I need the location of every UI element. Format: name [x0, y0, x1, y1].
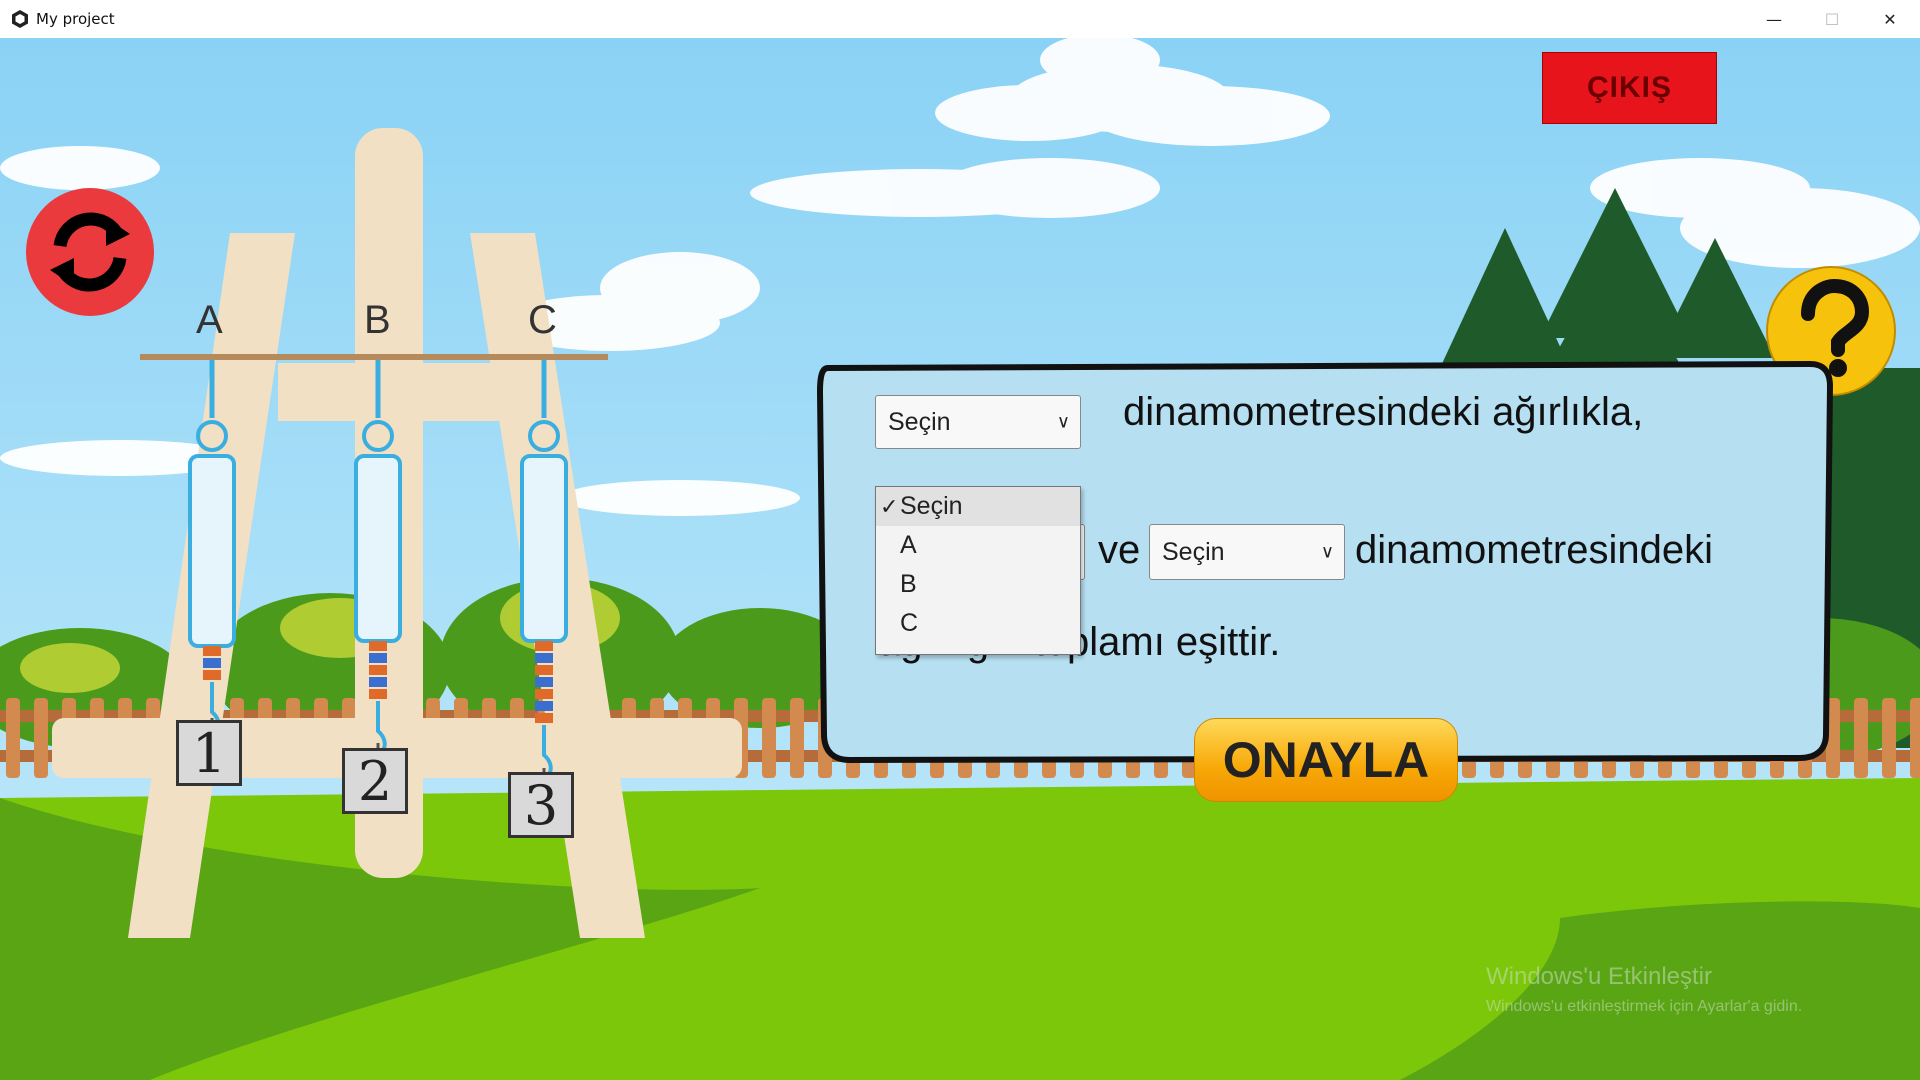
activation-watermark-subtitle: Windows'u etkinleştirmek için Ayarlar'a … [1486, 998, 1803, 1015]
third-dynamometer-select[interactable]: Seçin ∨ [1149, 524, 1345, 580]
chevron-down-icon: ∨ [1320, 541, 1334, 562]
exit-button[interactable]: ÇIKIŞ [1542, 52, 1717, 124]
weight-2: 2 [342, 748, 408, 814]
option-label: A [900, 531, 917, 559]
option-a[interactable]: A [876, 526, 1080, 565]
refresh-button[interactable] [26, 188, 154, 316]
confirm-button[interactable]: ONAYLA [1194, 718, 1458, 802]
unity-app-icon [12, 10, 28, 28]
question-line-2: dinamometresindeki [1355, 528, 1713, 572]
third-select-value: Seçin [1162, 537, 1225, 566]
close-icon: ✕ [1883, 9, 1897, 29]
refresh-icon [50, 212, 130, 292]
option-label: B [900, 570, 917, 598]
dropdown-options: ✓ Seçin A B C [875, 486, 1081, 655]
dynamometer-label-a: A [196, 298, 223, 342]
maximize-icon: ☐ [1824, 9, 1840, 29]
dynamometer-label-b: B [364, 298, 391, 342]
option-c[interactable]: C [876, 604, 1080, 643]
game-scene: A B C 1 2 3 ÇIKIŞ Seçin ∨ dinamometresin… [0, 38, 1920, 1080]
minimize-button[interactable]: — [1745, 0, 1803, 38]
weight-1: 1 [176, 720, 242, 786]
question-connector: ve [1098, 528, 1141, 572]
title-bar: My project — ☐ ✕ [0, 0, 1920, 39]
option-secin[interactable]: ✓ Seçin [876, 487, 1080, 526]
first-dynamometer-select[interactable]: Seçin ∨ [875, 395, 1081, 449]
activation-watermark-title: Windows'u Etkinleştir [1486, 963, 1712, 990]
minimize-icon: — [1766, 9, 1782, 29]
close-button[interactable]: ✕ [1861, 0, 1919, 38]
question-line-1: dinamometresindeki ağırlıkla, [1123, 390, 1644, 434]
checkmark-icon: ✓ [880, 493, 899, 519]
option-label: Seçin [900, 492, 963, 520]
weight-3: 3 [508, 772, 574, 838]
option-label: C [900, 609, 919, 637]
dynamometer-label-c: C [528, 298, 557, 342]
first-select-value: Seçin [888, 407, 951, 436]
chevron-down-icon: ∨ [1056, 411, 1070, 432]
maximize-button[interactable]: ☐ [1803, 0, 1861, 38]
option-b[interactable]: B [876, 565, 1080, 604]
window-title: My project [36, 10, 115, 28]
